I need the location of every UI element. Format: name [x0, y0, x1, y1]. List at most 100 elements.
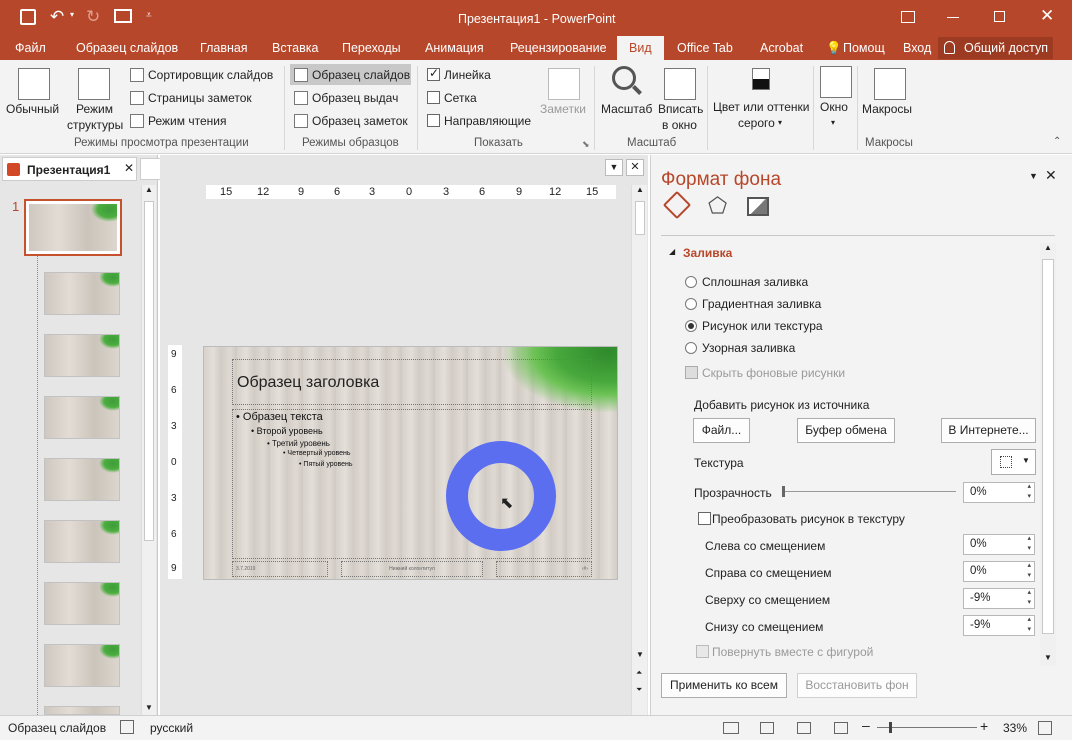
reading-view-status-icon[interactable]: [797, 722, 811, 734]
redo-icon[interactable]: ↻: [86, 7, 100, 27]
effects-pentagon-icon[interactable]: ⬠: [708, 195, 727, 217]
normal-view-status-icon[interactable]: [723, 722, 739, 734]
normal-view-button[interactable]: Обычный: [6, 102, 59, 116]
thumbnail-master[interactable]: [24, 199, 122, 256]
handout-master-button[interactable]: Образец выдач: [312, 91, 398, 105]
start-slideshow-icon[interactable]: [114, 9, 132, 23]
tab-transitions[interactable]: Переходы: [342, 36, 401, 60]
notes-master-button[interactable]: Образец заметок: [312, 114, 408, 128]
fit-slide-icon[interactable]: [1038, 721, 1052, 735]
scroll-up-icon[interactable]: ▲: [1044, 243, 1052, 252]
zoom-out-icon[interactable]: –: [862, 717, 870, 733]
thumbnail-layout[interactable]: [44, 272, 120, 315]
scrollbar-thumb[interactable]: [144, 201, 154, 541]
offset-right-input[interactable]: 0%: [963, 561, 1035, 582]
offset-top-input[interactable]: -9%: [963, 588, 1035, 609]
color-grayscale-button[interactable]: Цвет или оттенки: [713, 100, 810, 114]
outline-view-button[interactable]: Режим: [76, 102, 113, 116]
zoom-button[interactable]: Масштаб: [601, 102, 652, 116]
close-icon[interactable]: ✕: [1040, 6, 1054, 26]
thumbnail-layout[interactable]: [44, 706, 120, 715]
hide-bg-checkbox[interactable]: [685, 366, 698, 379]
slide-sorter-button[interactable]: Сортировщик слайдов: [148, 68, 273, 82]
rotate-checkbox[interactable]: [696, 645, 709, 658]
collapse-ribbon-icon[interactable]: ⌃: [1053, 136, 1061, 147]
footer-placeholder[interactable]: Нижний колонтитул: [341, 561, 483, 577]
section-collapse-icon[interactable]: ◢: [669, 247, 675, 256]
editor-scrollbar[interactable]: ▲ ▼ ⏶ ⏷: [631, 185, 647, 715]
spellcheck-icon[interactable]: [120, 720, 134, 734]
offset-left-input[interactable]: 0%: [963, 534, 1035, 555]
scroll-down-icon[interactable]: ▼: [636, 650, 644, 659]
scroll-down-icon[interactable]: ▼: [1044, 653, 1052, 662]
reset-background-button[interactable]: Восстановить фон: [797, 673, 917, 698]
picture-icon[interactable]: [747, 197, 769, 216]
customize-qat-icon[interactable]: ⩡: [146, 10, 152, 21]
status-language[interactable]: русский: [150, 721, 193, 735]
maximize-icon[interactable]: [994, 11, 1005, 22]
scroll-down-icon[interactable]: ▼: [145, 703, 153, 712]
thumbnail-layout[interactable]: [44, 396, 120, 439]
previous-slide-icon[interactable]: ⏶: [636, 668, 642, 678]
thumbnail-layout[interactable]: [44, 334, 120, 377]
zoom-in-icon[interactable]: +: [980, 718, 988, 734]
offset-bottom-input[interactable]: -9%: [963, 615, 1035, 636]
slide-sorter-status-icon[interactable]: [760, 722, 774, 734]
thumbnail-layout[interactable]: [44, 520, 120, 563]
zoom-slider-thumb[interactable]: [889, 722, 892, 733]
online-button[interactable]: В Интернете...: [941, 418, 1036, 443]
zoom-percent[interactable]: 33%: [1003, 721, 1027, 735]
scrollbar-thumb[interactable]: [635, 201, 645, 235]
radio-gradient-fill[interactable]: [685, 298, 697, 310]
radio-picture-fill[interactable]: [685, 320, 697, 332]
tab-slide-master[interactable]: Образец слайдов: [76, 36, 178, 60]
thumbnail-layout[interactable]: [44, 582, 120, 625]
tab-insert[interactable]: Вставка: [272, 36, 318, 60]
radio-pattern-fill[interactable]: [685, 342, 697, 354]
pane-scrollbar[interactable]: ▲ ▼: [1040, 243, 1056, 666]
scrollbar-thumb[interactable]: [1042, 259, 1054, 634]
sign-in-link[interactable]: Вход: [903, 36, 931, 60]
next-slide-icon[interactable]: ⏷: [636, 685, 642, 695]
tab-office-tab[interactable]: Office Tab: [677, 36, 733, 60]
share-button[interactable]: Общий доступ: [938, 37, 1053, 59]
document-tab[interactable]: Презентация1 ✕: [2, 157, 137, 181]
transparency-input[interactable]: 0%: [963, 482, 1035, 503]
tab-view[interactable]: Вид: [617, 36, 664, 60]
radio-solid-fill[interactable]: [685, 276, 697, 288]
tab-acrobat[interactable]: Acrobat: [760, 36, 803, 60]
save-icon[interactable]: [20, 9, 36, 25]
slide-number-placeholder[interactable]: ‹#›: [496, 561, 592, 577]
close-tab-icon[interactable]: ✕: [124, 161, 134, 175]
thumbnail-layout[interactable]: [44, 458, 120, 501]
slide-master-canvas[interactable]: Образец заголовка • Образец текста • Вто…: [203, 346, 618, 580]
undo-icon[interactable]: ↶: [50, 7, 64, 27]
notes-page-button[interactable]: Страницы заметок: [148, 91, 252, 105]
fill-section-header[interactable]: Заливка: [683, 246, 732, 260]
scroll-up-icon[interactable]: ▲: [145, 185, 153, 194]
tab-tell-me[interactable]: Помощ: [843, 36, 885, 60]
zoom-slider[interactable]: [877, 722, 977, 733]
title-placeholder[interactable]: Образец заголовка: [232, 359, 592, 405]
slide-master-button[interactable]: Образец слайдов: [312, 68, 410, 82]
texture-dropdown[interactable]: ▼: [991, 449, 1036, 475]
thumbnail-layout[interactable]: [44, 644, 120, 687]
notes-button[interactable]: Заметки: [540, 102, 586, 116]
grid-checkbox[interactable]: [427, 91, 440, 104]
file-button[interactable]: Файл...: [693, 418, 750, 443]
tab-animations[interactable]: Анимация: [425, 36, 484, 60]
tab-home[interactable]: Главная: [200, 36, 248, 60]
clipboard-button[interactable]: Буфер обмена: [797, 418, 895, 443]
show-dialog-launcher-icon[interactable]: ⬊: [582, 139, 590, 150]
ribbon-options-icon[interactable]: [901, 11, 915, 23]
pane-options-icon[interactable]: ▼: [1029, 171, 1038, 181]
date-placeholder[interactable]: 3.7.2019: [232, 561, 328, 577]
pane-close-icon[interactable]: ✕: [1045, 167, 1057, 184]
reading-view-button[interactable]: Режим чтения: [148, 114, 226, 128]
apply-to-all-button[interactable]: Применить ко всем: [661, 673, 787, 698]
slideshow-status-icon[interactable]: [834, 722, 848, 734]
pane-close-icon[interactable]: ✕: [626, 159, 644, 176]
window-button[interactable]: Окно: [820, 100, 848, 114]
tile-checkbox[interactable]: [698, 512, 711, 525]
thumbnail-scrollbar[interactable]: ▲ ▼: [141, 185, 156, 715]
